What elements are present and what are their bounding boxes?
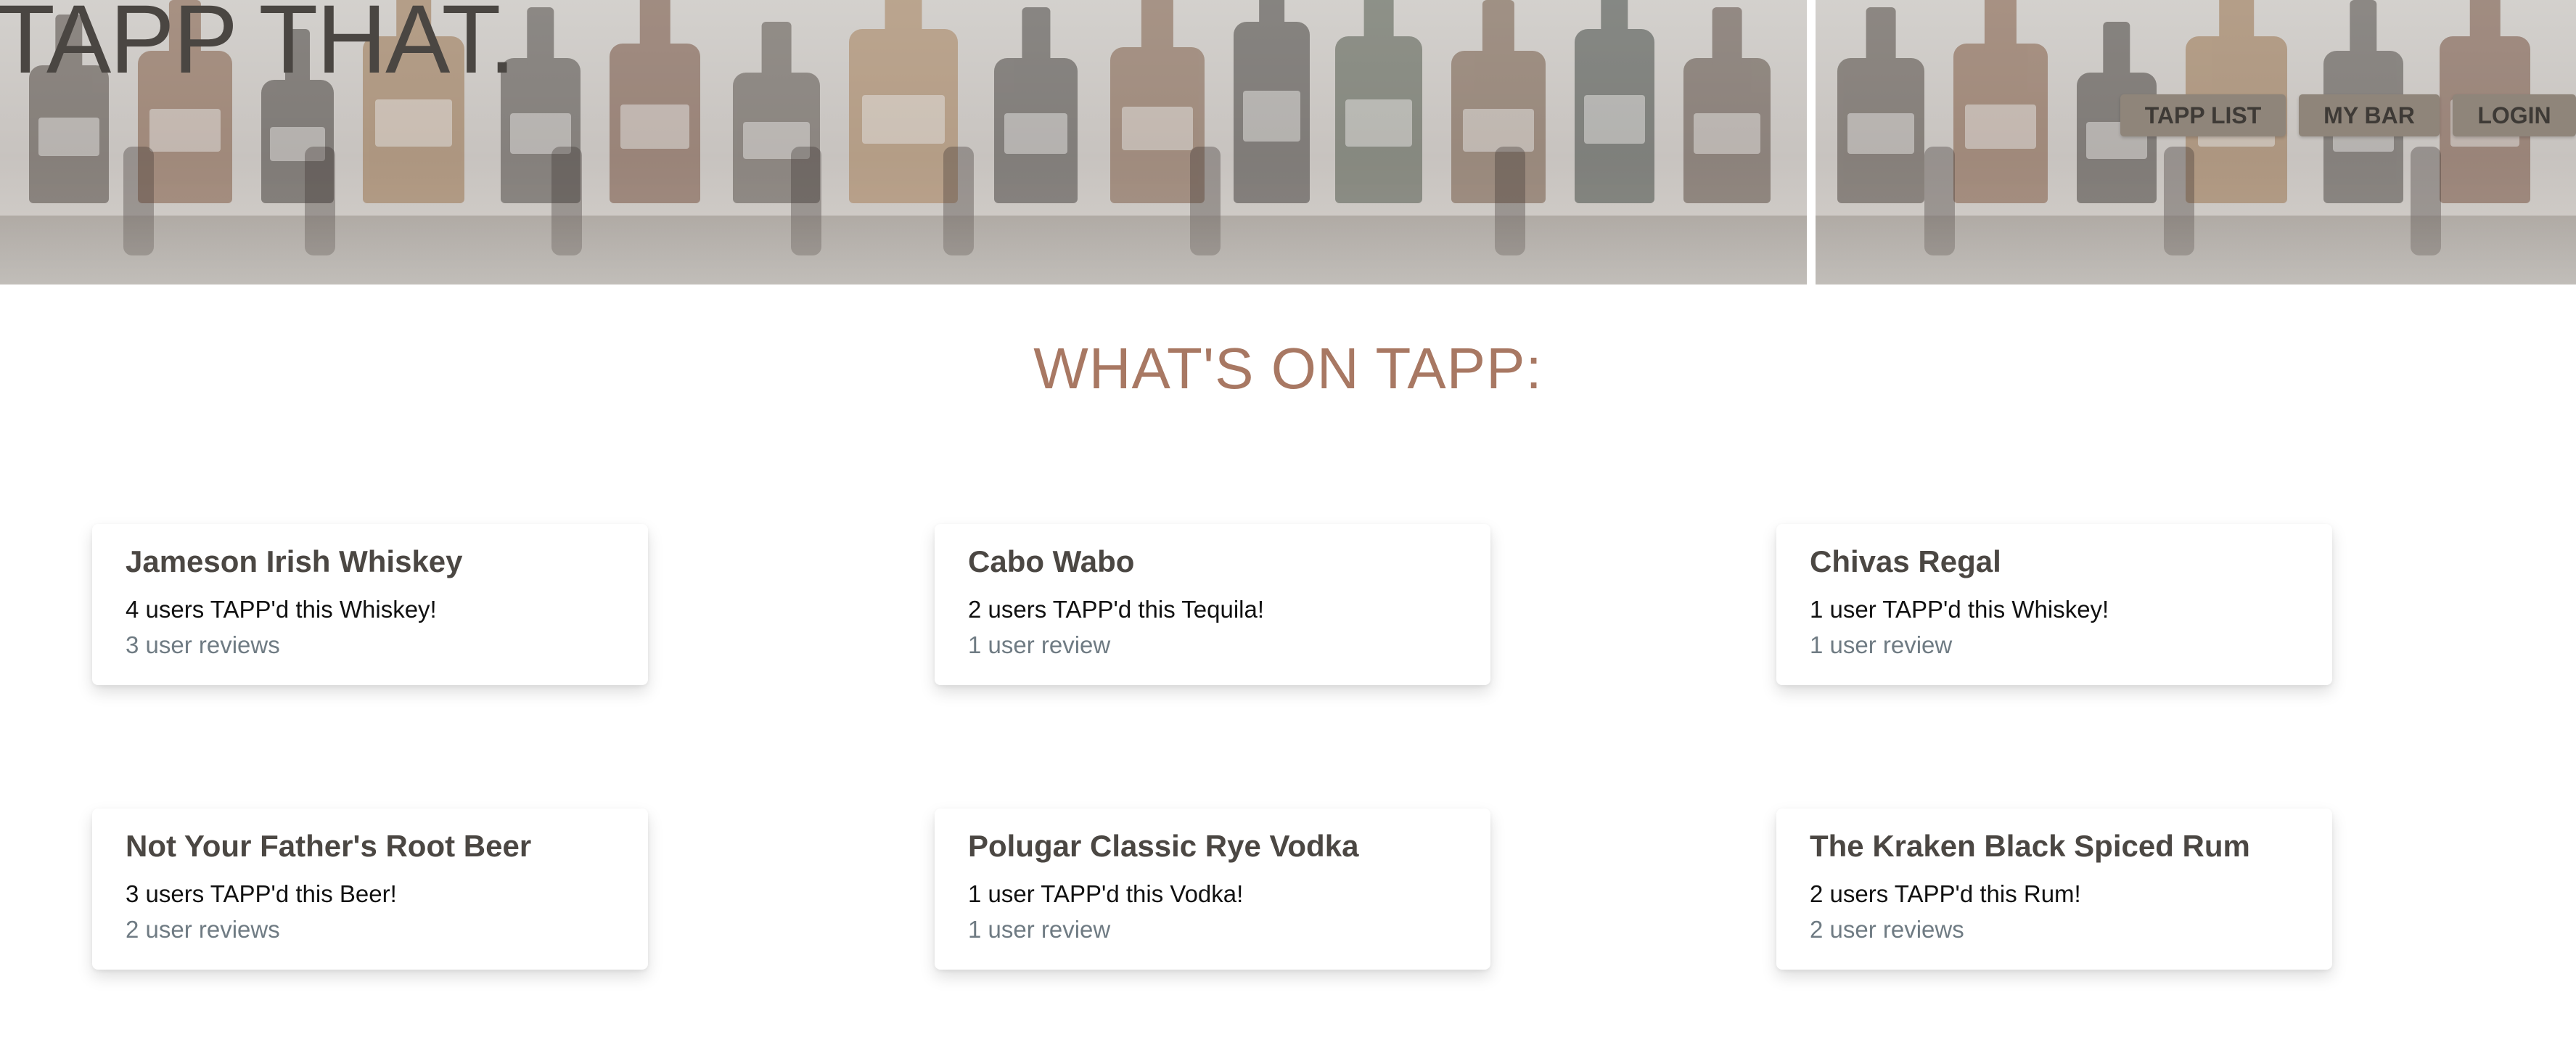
site-logo-title[interactable]: TAPP THAT. [0,0,516,95]
drink-card[interactable]: Chivas Regal 1 user TAPP'd this Whiskey!… [1776,524,2332,685]
tapp-count: 1 user TAPP'd this Vodka! [968,880,1244,907]
drink-name[interactable]: Jameson Irish Whiskey [126,544,463,579]
drink-card[interactable]: Polugar Classic Rye Vodka 1 user TAPP'd … [935,808,1490,970]
drink-card[interactable]: Cabo Wabo 2 users TAPP'd this Tequila! 1… [935,524,1490,685]
drink-name[interactable]: Polugar Classic Rye Vodka [968,829,1358,864]
drink-card[interactable]: Jameson Irish Whiskey 4 users TAPP'd thi… [92,524,648,685]
drink-card[interactable]: The Kraken Black Spiced Rum 2 users TAPP… [1776,808,2332,970]
reviews-link[interactable]: 1 user review [1810,631,1952,659]
tapp-count: 2 users TAPP'd this Rum! [1810,880,2081,907]
nav-tapp-list-button[interactable]: TAPP LIST [2120,94,2286,136]
reviews-link[interactable]: 1 user review [968,916,1110,943]
bar-counter [0,216,1807,284]
tapp-count: 4 users TAPP'd this Whiskey! [126,596,437,623]
tapp-count: 2 users TAPP'd this Tequila! [968,596,1265,623]
reviews-link[interactable]: 2 user reviews [1810,916,1964,943]
drink-name[interactable]: The Kraken Black Spiced Rum [1810,829,2250,864]
reviews-link[interactable]: 2 user reviews [126,916,280,943]
main-nav: TAPP LIST MY BAR LOGIN [2120,94,2576,136]
tapp-count: 3 users TAPP'd this Beer! [126,880,397,907]
hero-header: TAPP THAT. TAPP LIST MY BAR LOGIN [0,0,2576,284]
page-title: WHAT'S ON TAPP: [1033,336,1543,401]
tapp-count: 1 user TAPP'd this Whiskey! [1810,596,2109,623]
drink-name[interactable]: Cabo Wabo [968,544,1134,579]
reviews-link[interactable]: 1 user review [968,631,1110,659]
hero-divider [1807,0,1816,284]
reviews-link[interactable]: 3 user reviews [126,631,280,659]
drink-card[interactable]: Not Your Father's Root Beer 3 users TAPP… [92,808,648,970]
hero-background-image-right [1816,0,2576,284]
drink-name[interactable]: Not Your Father's Root Beer [126,829,531,864]
drink-name[interactable]: Chivas Regal [1810,544,2001,579]
nav-my-bar-button[interactable]: MY BAR [2299,94,2440,136]
nav-login-button[interactable]: LOGIN [2453,94,2576,136]
